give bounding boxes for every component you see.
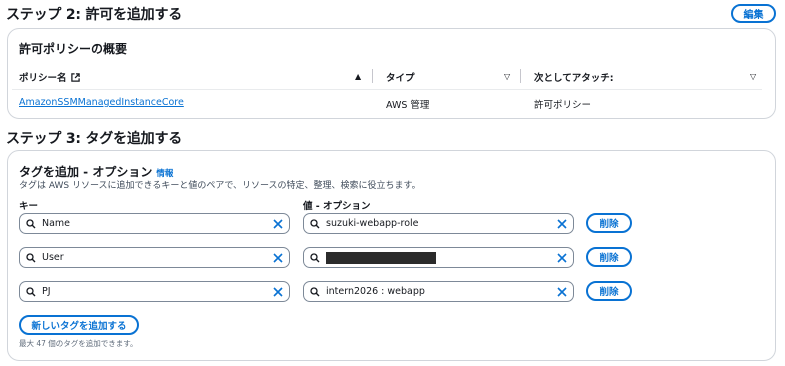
search-icon bbox=[304, 218, 326, 229]
tag-value-input[interactable]: suzuki-webapp-role bbox=[303, 213, 574, 234]
tag-value-value bbox=[326, 251, 551, 264]
search-icon bbox=[20, 218, 42, 229]
search-icon bbox=[304, 252, 326, 263]
tag-key-value: PJ bbox=[42, 286, 51, 297]
close-icon[interactable] bbox=[551, 286, 573, 297]
column-divider bbox=[372, 69, 373, 83]
policy-attached-as: 許可ポリシー bbox=[534, 100, 592, 111]
column-header-type[interactable]: タイプ bbox=[386, 70, 415, 84]
tag-key-input[interactable]: User bbox=[19, 247, 290, 268]
tag-key-input[interactable]: Name bbox=[19, 213, 290, 234]
column-header-policy-name[interactable]: ポリシー名 bbox=[19, 70, 80, 84]
permissions-summary-title: 許可ポリシーの概要 bbox=[19, 42, 128, 56]
add-tag-button[interactable]: 新しいタグを追加する bbox=[19, 315, 139, 335]
external-link-icon bbox=[70, 72, 80, 82]
close-icon[interactable] bbox=[267, 252, 289, 263]
tags-panel-title-text: タグを追加 - オプション bbox=[19, 165, 153, 179]
table-divider bbox=[12, 89, 762, 90]
caret-down-outline-icon[interactable]: ▽ bbox=[504, 72, 510, 81]
close-icon[interactable] bbox=[551, 218, 573, 229]
tags-description: タグは AWS リソースに追加できるキーと値のペアで、リソースの特定、整理、検索… bbox=[19, 181, 421, 191]
key-label: キー bbox=[19, 201, 39, 212]
caret-up-icon[interactable]: ▲ bbox=[355, 72, 361, 81]
close-icon[interactable] bbox=[267, 218, 289, 229]
column-label: 次としてアタッチ: bbox=[534, 73, 614, 84]
value-label: 値 - オプション bbox=[303, 201, 371, 212]
column-header-attached-as[interactable]: 次としてアタッチ: bbox=[534, 70, 614, 84]
tag-value-value: intern2026 : webapp bbox=[326, 286, 425, 297]
tag-value-input[interactable] bbox=[303, 247, 574, 268]
tag-key-input[interactable]: PJ bbox=[19, 281, 290, 302]
policy-type: AWS 管理 bbox=[386, 100, 430, 111]
search-icon bbox=[20, 252, 42, 263]
tag-limit-hint: 最大 47 個のタグを追加できます。 bbox=[19, 339, 138, 348]
column-divider bbox=[520, 69, 521, 83]
column-label: ポリシー名 bbox=[19, 73, 67, 84]
remove-tag-button[interactable]: 削除 bbox=[586, 213, 632, 233]
search-icon bbox=[304, 286, 326, 297]
policy-name-link[interactable]: AmazonSSMManagedInstanceCore bbox=[19, 97, 184, 108]
tag-key-value: User bbox=[42, 252, 64, 263]
tag-value-input[interactable]: intern2026 : webapp bbox=[303, 281, 574, 302]
step3-heading: ステップ 3: タグを追加する bbox=[6, 131, 183, 147]
redacted-value bbox=[326, 251, 436, 264]
close-icon[interactable] bbox=[551, 252, 573, 263]
column-label: タイプ bbox=[386, 73, 415, 84]
caret-down-outline-icon[interactable]: ▽ bbox=[750, 72, 756, 81]
close-icon[interactable] bbox=[267, 286, 289, 297]
tag-value-value: suzuki-webapp-role bbox=[326, 218, 419, 229]
remove-tag-button[interactable]: 削除 bbox=[586, 281, 632, 301]
step2-heading: ステップ 2: 許可を追加する bbox=[6, 7, 183, 23]
remove-tag-button[interactable]: 削除 bbox=[586, 247, 632, 267]
edit-button[interactable]: 編集 bbox=[731, 4, 776, 23]
search-icon bbox=[20, 286, 42, 297]
tag-key-value: Name bbox=[42, 218, 71, 229]
